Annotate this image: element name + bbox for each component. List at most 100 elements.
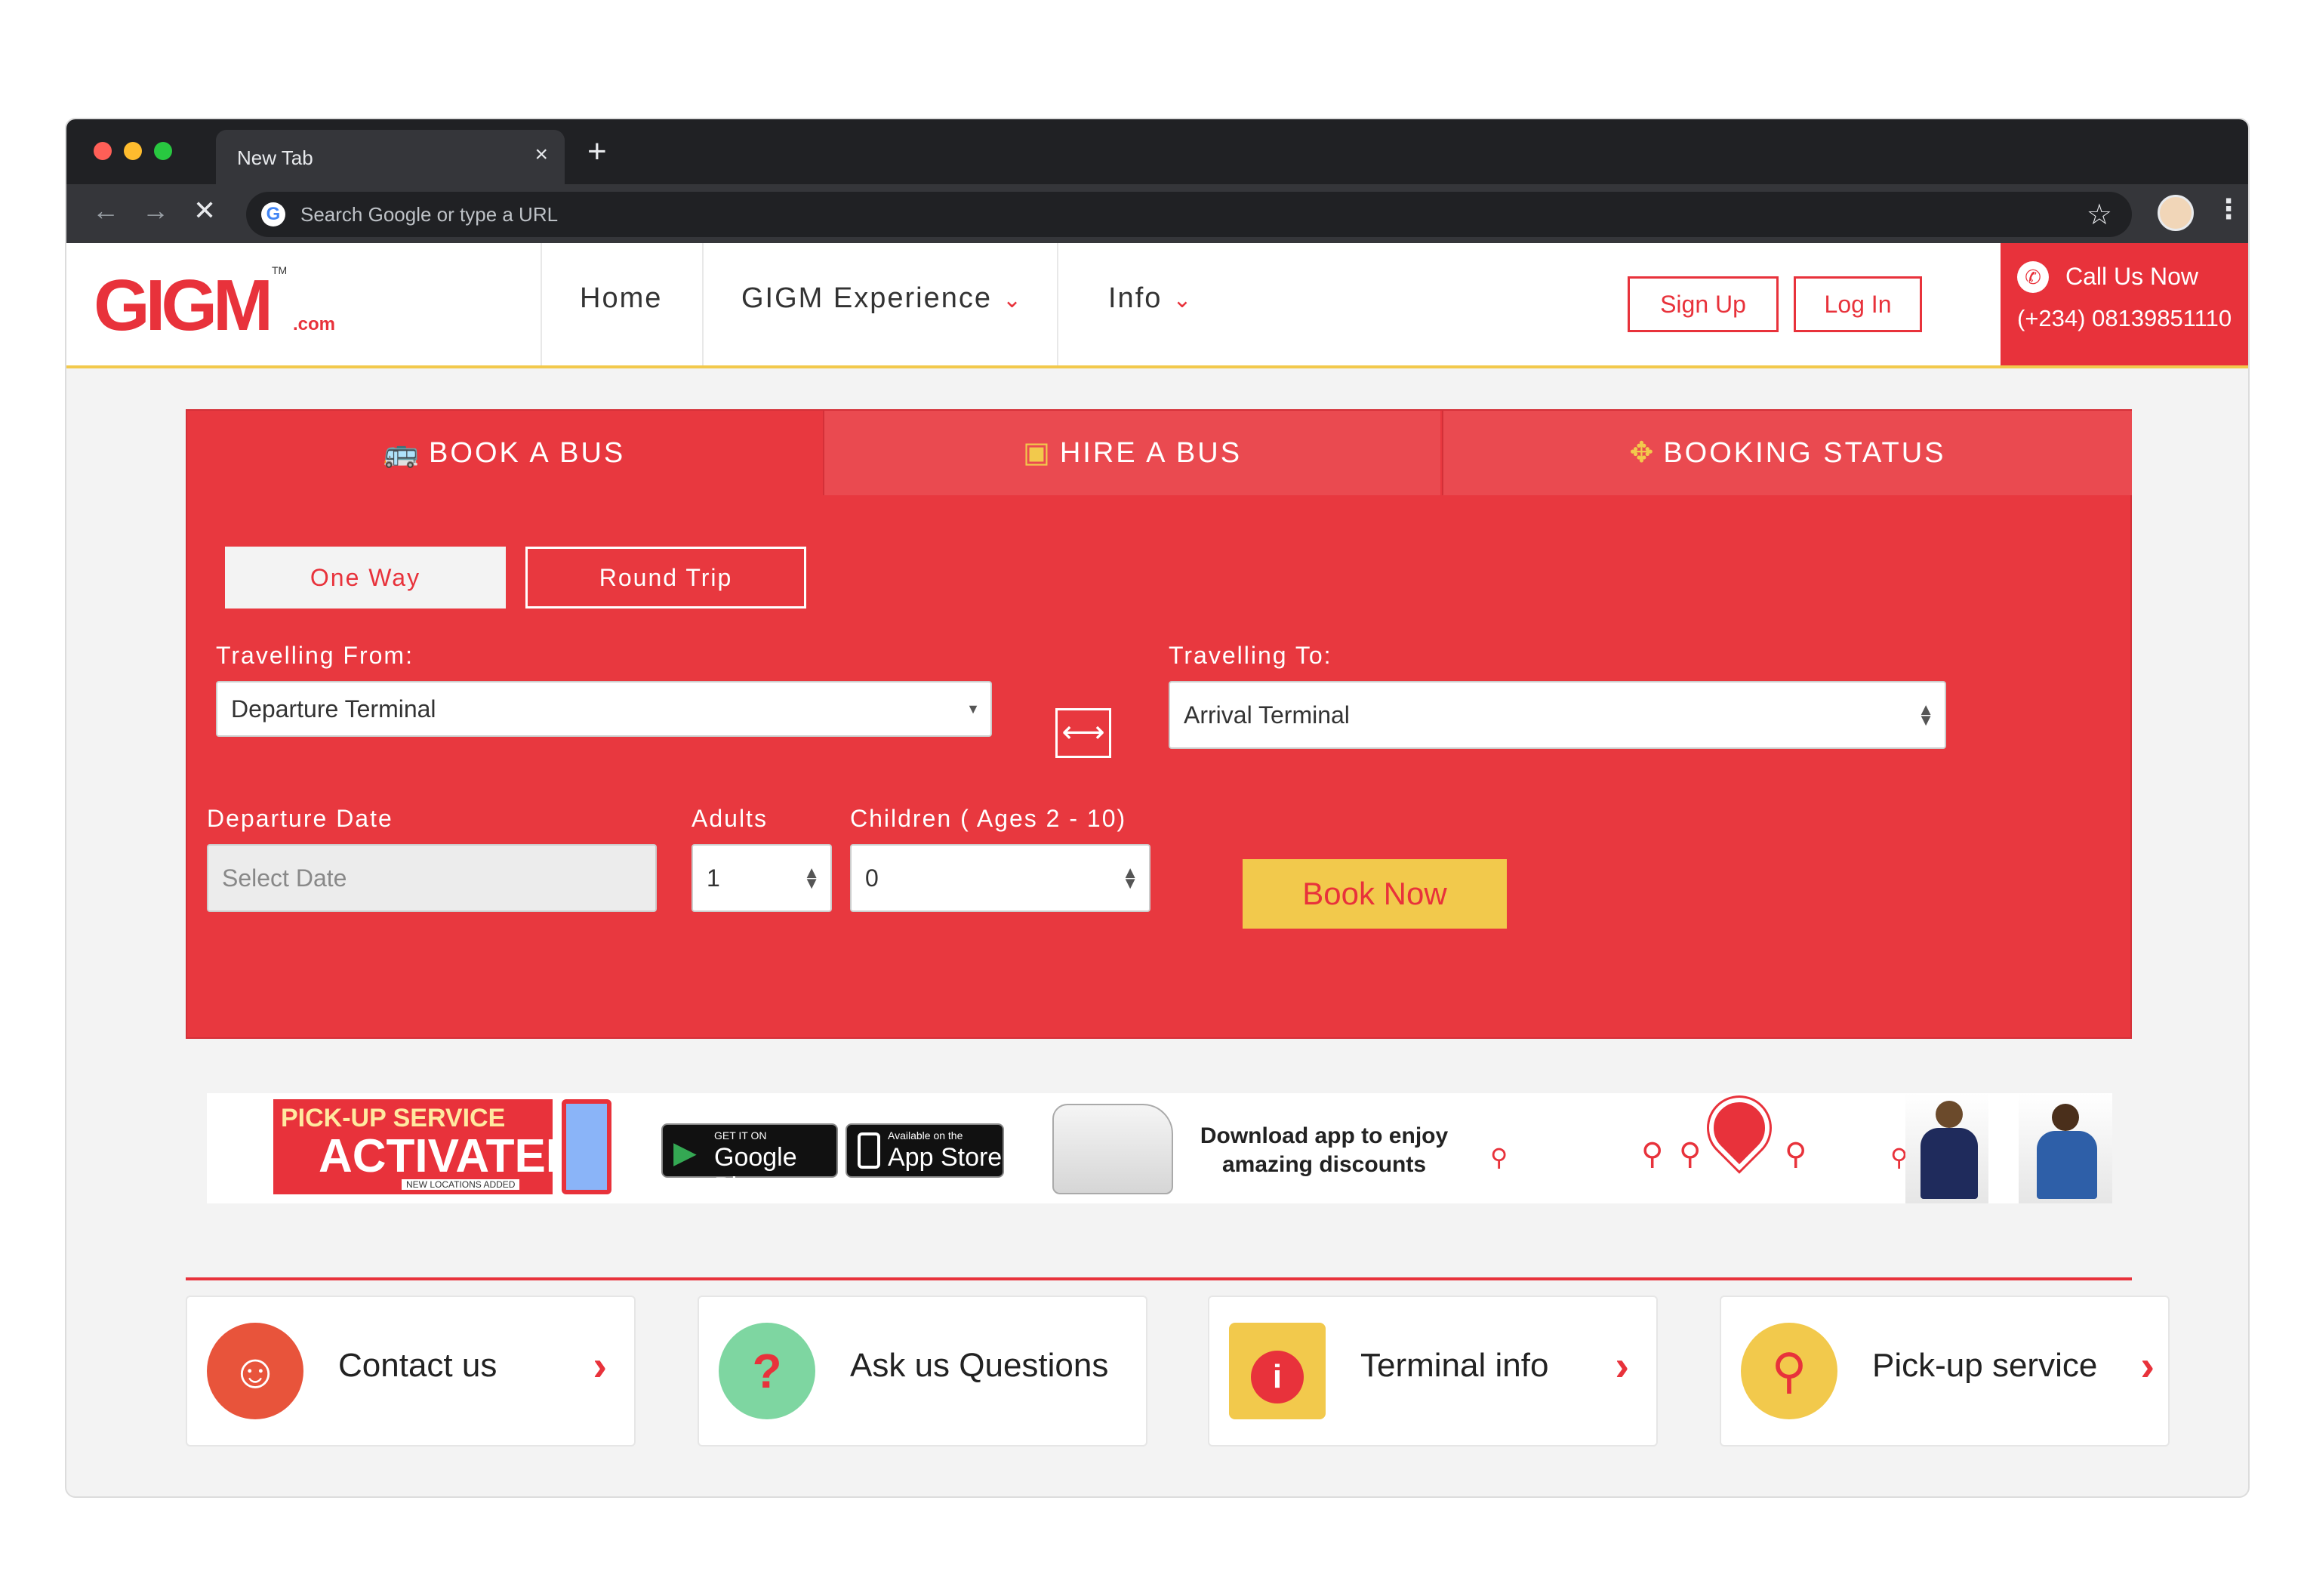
man-traveler-image: [2019, 1093, 2112, 1203]
pickup-service-ad: PICK-UP SERVICE ACTIVATED NEW LOCATIONS …: [273, 1099, 580, 1194]
map-pin-icon: ⚲: [1785, 1138, 1807, 1171]
call-us-phone: (+234) 08139851110: [2017, 305, 2232, 331]
iphone-icon: [858, 1132, 880, 1169]
route-icon: ⚲: [1741, 1323, 1837, 1419]
round-trip-button[interactable]: Round Trip: [525, 547, 806, 609]
children-value: 0: [865, 864, 879, 892]
logo-domain: .com: [293, 314, 336, 334]
back-arrow-icon[interactable]: ←: [92, 195, 119, 226]
calendar-plus-icon: ▣: [1022, 437, 1052, 469]
terminal-info-card[interactable]: i Terminal info ›: [1208, 1296, 1658, 1447]
stepper-arrows-icon[interactable]: ▲ ▼: [803, 864, 820, 892]
arrival-terminal-select[interactable]: Arrival Terminal ▲ ▼: [1169, 681, 1946, 749]
gigm-logo[interactable]: GIGM: [94, 264, 273, 347]
tab-book-a-bus[interactable]: 🚌 BOOK A BUS: [187, 411, 821, 495]
map-pin-icon: ⚲: [1679, 1138, 1702, 1171]
map-pin-icon: ⚲: [1490, 1144, 1508, 1171]
departure-date-placeholder: Select Date: [222, 864, 347, 892]
app-store-small: Available on the: [888, 1129, 963, 1142]
browser-window: New Tab × + ← → ✕ G ☆ ⋮ GIGM TM .com Hom…: [65, 118, 2250, 1498]
swap-terminals-icon[interactable]: ⟷: [1055, 708, 1111, 758]
departure-date-field[interactable]: Select Date: [207, 844, 657, 912]
google-play-icon: ▶: [673, 1136, 697, 1169]
tab-booking-status[interactable]: ✥ BOOKING STATUS: [1442, 411, 2132, 495]
google-icon: G: [261, 202, 285, 226]
adults-label: Adults: [692, 805, 768, 832]
download-app-text: Download app to enjoy amazing discounts: [1200, 1123, 1449, 1177]
travelling-to-label: Travelling To:: [1169, 642, 1332, 669]
contact-us-card[interactable]: ☺ Contact us ›: [186, 1296, 636, 1447]
maximize-window-dot[interactable]: [154, 142, 172, 160]
app-store-badge[interactable]: Available on the App Store: [846, 1123, 1004, 1178]
departure-date-label: Departure Date: [207, 805, 393, 832]
booking-panel: 🚌 BOOK A BUS ▣ HIRE A BUS ✥ BOOKING STATUS …: [186, 409, 2132, 1039]
bookmark-star-icon[interactable]: ☆: [2087, 198, 2112, 232]
terminal-info-label: Terminal info: [1360, 1347, 1549, 1384]
tab-book-label: BOOK A BUS: [429, 437, 626, 469]
departure-terminal-select[interactable]: Departure Terminal ▼: [216, 681, 992, 737]
new-tab-icon[interactable]: +: [587, 133, 607, 171]
adults-value: 1: [707, 864, 720, 892]
nav-divider: [702, 243, 704, 365]
phone-icon: ✆: [2017, 261, 2049, 293]
ask-questions-card[interactable]: ? Ask us Questions: [698, 1296, 1147, 1447]
forward-arrow-icon[interactable]: →: [142, 195, 169, 226]
nav-experience-label: GIGM Experience: [741, 282, 992, 314]
tab-status-label: BOOKING STATUS: [1663, 437, 1946, 469]
nav-divider: [541, 243, 542, 365]
google-play-big: Google Play: [714, 1143, 797, 1201]
stop-loading-icon[interactable]: ✕: [193, 195, 216, 226]
chevron-down-icon: ⌄: [1003, 288, 1024, 313]
google-play-small: GET IT ON: [714, 1129, 767, 1142]
chevron-right-icon: ›: [1615, 1342, 1629, 1389]
pickup-service-card[interactable]: ⚲ Pick-up service ›: [1720, 1296, 2170, 1447]
large-map-pin-icon: [1696, 1085, 1782, 1171]
browser-toolbar: ← → ✕ G ☆ ⋮: [66, 184, 2248, 243]
tab-hire-a-bus[interactable]: ▣ HIRE A BUS: [823, 411, 1440, 495]
close-window-dot[interactable]: [94, 142, 112, 160]
book-now-button[interactable]: Book Now: [1243, 859, 1507, 929]
question-icon: ?: [719, 1323, 815, 1419]
select-arrows-icon: ▲ ▼: [1917, 700, 1934, 729]
call-us-title: Call Us Now: [2065, 263, 2199, 290]
tab-title: New Tab: [237, 146, 313, 169]
map-pin-icon: ⚲: [1641, 1138, 1664, 1171]
adults-stepper[interactable]: 1 ▲ ▼: [692, 844, 832, 912]
chevron-down-icon: ⌄: [1172, 288, 1194, 313]
sign-up-button[interactable]: Sign Up: [1628, 276, 1779, 332]
pickup-ad-line2: ACTIVATED: [319, 1130, 580, 1182]
profile-avatar-icon[interactable]: [2158, 195, 2194, 231]
browser-titlebar: New Tab × +: [66, 119, 2248, 184]
call-us-box[interactable]: ✆ Call Us Now (+234) 08139851110: [2001, 243, 2248, 365]
chevron-right-icon: ›: [2140, 1342, 2155, 1389]
nav-divider: [1057, 243, 1058, 365]
children-stepper[interactable]: 0 ▲ ▼: [850, 844, 1150, 912]
app-download-banner[interactable]: PICK-UP SERVICE ACTIVATED NEW LOCATIONS …: [207, 1085, 2112, 1203]
nav-home[interactable]: Home: [580, 282, 662, 315]
chevron-right-icon: ›: [593, 1342, 607, 1389]
travelling-from-label: Travelling From:: [216, 642, 414, 669]
nav-info-label: Info: [1108, 282, 1163, 314]
one-way-button[interactable]: One Way: [225, 547, 506, 609]
departure-terminal-value: Departure Terminal: [231, 695, 436, 723]
minimize-window-dot[interactable]: [124, 142, 142, 160]
tab-hire-label: HIRE A BUS: [1059, 437, 1243, 469]
site-header: GIGM TM .com Home GIGM Experience ⌄ Info ⌄…: [66, 243, 2248, 368]
app-store-big: App Store: [888, 1143, 1003, 1172]
google-play-badge[interactable]: ▶ GET IT ON Google Play: [661, 1123, 838, 1201]
tab-close-icon[interactable]: ×: [534, 142, 548, 168]
address-bar[interactable]: G ☆: [246, 192, 2132, 237]
browser-menu-icon[interactable]: ⋮: [2215, 193, 2242, 225]
van-image: [1052, 1104, 1173, 1194]
crosshair-icon: ✥: [1629, 437, 1656, 469]
browser-tab[interactable]: New Tab ×: [216, 130, 565, 184]
bus-icon: 🚌: [383, 437, 422, 469]
address-input[interactable]: [300, 192, 1961, 237]
pickup-service-label: Pick-up service: [1872, 1347, 2098, 1384]
stepper-arrows-icon[interactable]: ▲ ▼: [1122, 864, 1138, 892]
log-in-button[interactable]: Log In: [1794, 276, 1922, 332]
dropdown-caret-icon: ▼: [966, 701, 980, 716]
children-label: Children ( Ages 2 - 10): [850, 805, 1127, 832]
nav-gigm-experience[interactable]: GIGM Experience ⌄: [741, 282, 1023, 315]
nav-info[interactable]: Info ⌄: [1108, 282, 1194, 315]
